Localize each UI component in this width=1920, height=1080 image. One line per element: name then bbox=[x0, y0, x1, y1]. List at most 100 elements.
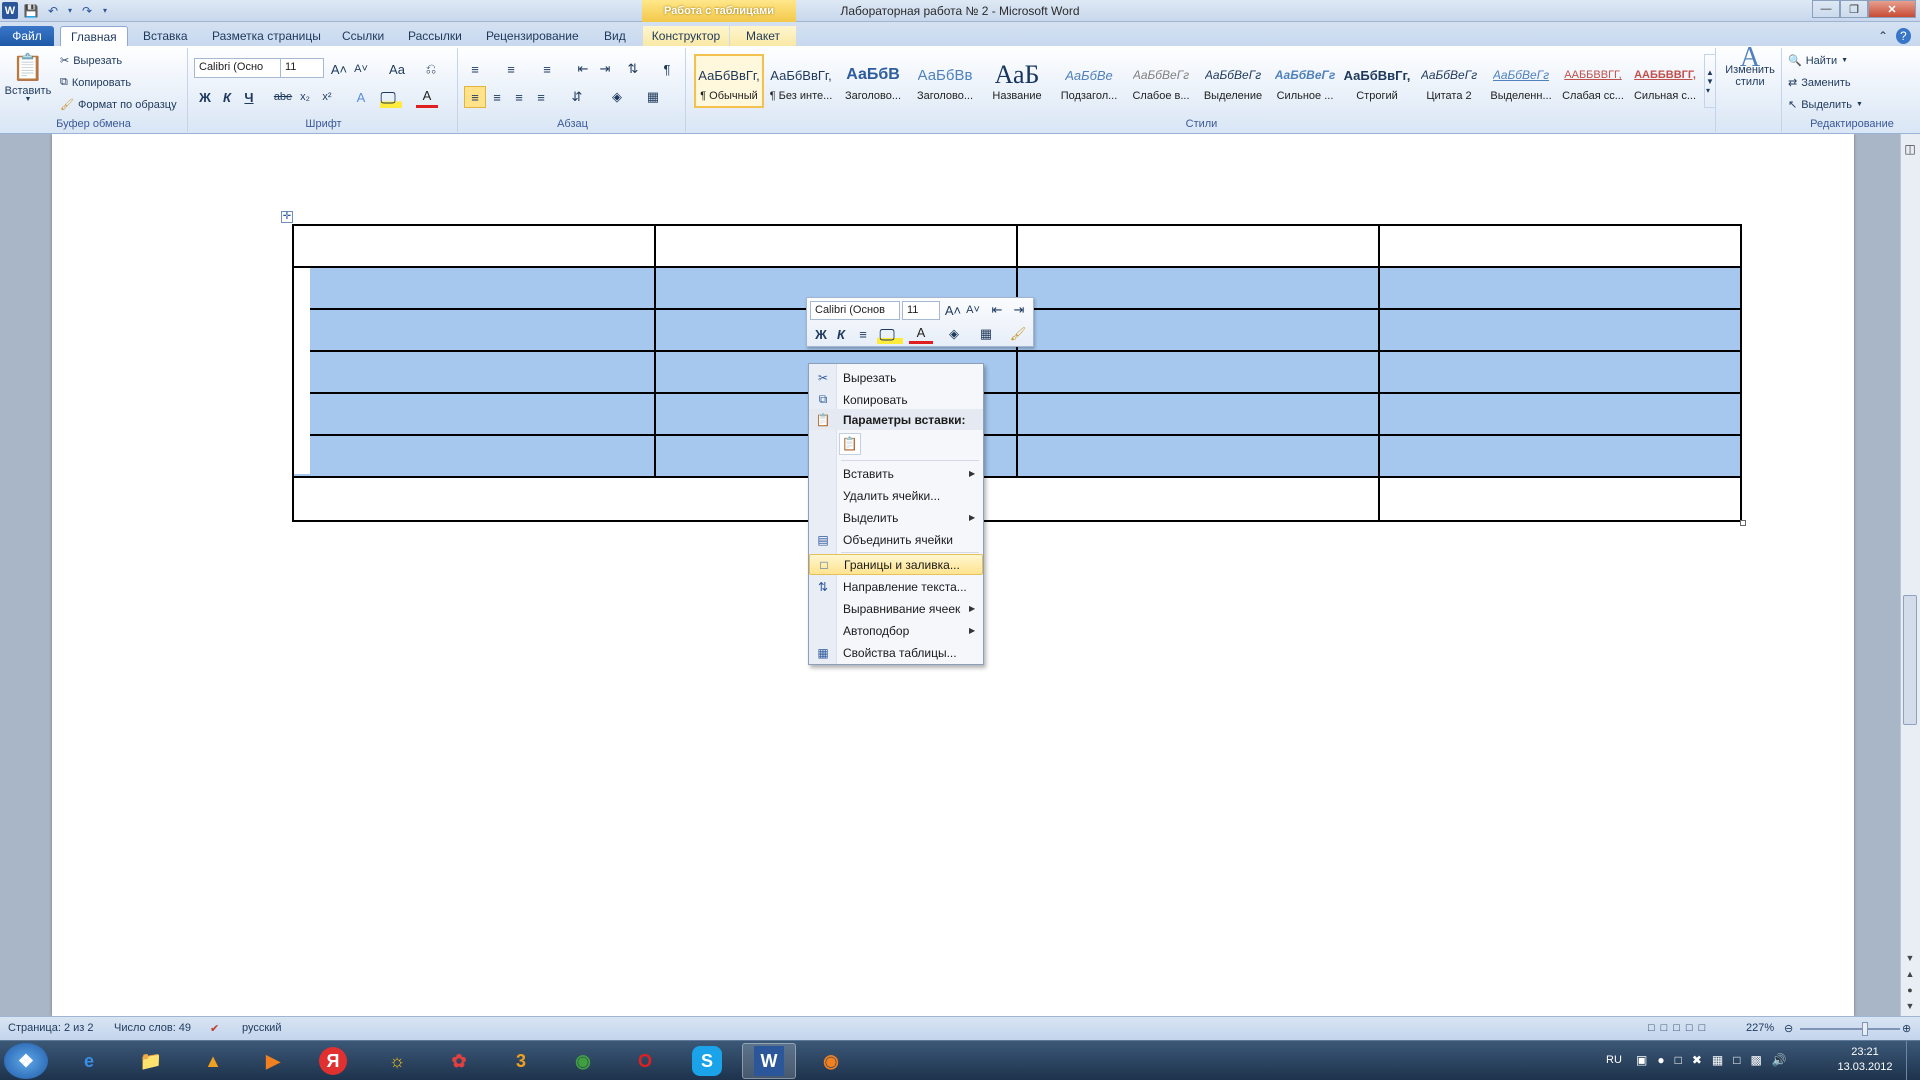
underline-button[interactable]: Ч bbox=[238, 86, 260, 108]
style-normal[interactable]: АаБбВвГг, ¶ Обычный bbox=[694, 54, 764, 108]
superscript-icon[interactable]: x² bbox=[316, 86, 338, 108]
table-resize-handle[interactable] bbox=[1740, 520, 1746, 526]
table-cell[interactable] bbox=[654, 224, 1018, 268]
yandex-icon[interactable]: Я bbox=[306, 1043, 360, 1079]
shrink-font-icon[interactable]: A˅ bbox=[963, 300, 983, 320]
table-cell[interactable] bbox=[1378, 224, 1742, 268]
eye-app-icon[interactable]: ◉ bbox=[804, 1043, 858, 1079]
bullets-icon[interactable]: ≡ bbox=[464, 58, 486, 80]
replace-button[interactable]: ⇄ Заменить bbox=[1788, 76, 1851, 90]
center-icon[interactable]: ≡ bbox=[853, 324, 873, 344]
menu-item-cut[interactable]: ✂ Вырезать bbox=[809, 367, 983, 388]
skype-icon[interactable]: S bbox=[680, 1043, 734, 1079]
style-subtle-reference[interactable]: ААББВВГГ, Слабая сс... bbox=[1558, 54, 1628, 108]
sun-app-icon[interactable]: ☼ bbox=[370, 1043, 424, 1079]
table-cell[interactable] bbox=[1016, 350, 1380, 394]
increase-indent-icon[interactable]: ⇥ bbox=[594, 58, 616, 80]
show-desktop-button[interactable] bbox=[1906, 1041, 1920, 1080]
mini-size-dropdown[interactable]: 11 bbox=[902, 301, 940, 320]
view-buttons-icon[interactable]: □□□□□ bbox=[1648, 1022, 1711, 1034]
format-painter-icon[interactable]: 🖌 bbox=[1007, 324, 1029, 344]
style-heading-2[interactable]: АаБбВв Заголово... bbox=[910, 54, 980, 108]
bold-button[interactable]: Ж bbox=[194, 86, 216, 108]
table-cell[interactable] bbox=[292, 308, 656, 352]
table-cell[interactable] bbox=[292, 266, 656, 310]
tab-insert[interactable]: Вставка bbox=[133, 26, 198, 46]
text-effects-icon[interactable]: A bbox=[350, 86, 372, 108]
copy-button[interactable]: ⧉ Копировать bbox=[60, 76, 131, 89]
menu-item-table-properties[interactable]: ▦ Свойства таблицы... bbox=[809, 642, 983, 663]
restore-button[interactable]: ❐ bbox=[1840, 0, 1868, 18]
increase-indent-icon[interactable]: ⇥ bbox=[1009, 300, 1029, 320]
decrease-indent-icon[interactable]: ⇤ bbox=[572, 58, 594, 80]
word-count[interactable]: Число слов: 49 bbox=[114, 1022, 191, 1034]
table-cell[interactable] bbox=[292, 392, 656, 436]
media-player-icon[interactable]: ▶ bbox=[246, 1043, 300, 1079]
close-button[interactable]: ✕ bbox=[1868, 0, 1916, 18]
shading-icon[interactable]: ◈ bbox=[941, 324, 967, 344]
table-cell[interactable] bbox=[292, 224, 656, 268]
aimp-icon[interactable]: ▲ bbox=[186, 1043, 240, 1079]
styles-scroll-icon[interactable]: ▲ ▼ ▾ bbox=[1704, 54, 1716, 108]
undo-icon[interactable]: ↶ bbox=[44, 2, 62, 19]
style-subtitle[interactable]: АаБбВе Подзагол... bbox=[1054, 54, 1124, 108]
tab-references[interactable]: Ссылки bbox=[332, 26, 394, 46]
font-color-icon[interactable]: A bbox=[416, 86, 438, 108]
cut-button[interactable]: ✂ Вырезать bbox=[60, 54, 122, 68]
change-styles-button[interactable]: A Изменить стили bbox=[1722, 44, 1778, 89]
style-intense-reference[interactable]: ААББВВГГ, Сильная с... bbox=[1630, 54, 1700, 108]
system-tray-icons[interactable]: ▣●□✖▦□▩🔊 bbox=[1636, 1053, 1797, 1067]
highlight-icon[interactable]: ⃢ bbox=[380, 86, 402, 108]
menu-item-autofit[interactable]: Автоподбор ▶ bbox=[809, 620, 983, 641]
font-color-icon[interactable]: A bbox=[909, 324, 933, 344]
paste-keep-formatting-icon[interactable]: 📋 bbox=[839, 433, 861, 455]
format-painter-button[interactable]: 🖌 Формат по образцу bbox=[60, 98, 177, 112]
style-title[interactable]: АаБ Название bbox=[982, 54, 1052, 108]
tab-view[interactable]: Вид bbox=[594, 26, 636, 46]
style-heading-1[interactable]: АаБбВ Заголово... bbox=[838, 54, 908, 108]
italic-button[interactable]: К bbox=[216, 86, 238, 108]
paste-button[interactable]: 📋 Вставить ▼ bbox=[4, 52, 52, 103]
zoom-in-icon[interactable]: ⊕ bbox=[1902, 1022, 1911, 1035]
chrome-icon[interactable]: ◉ bbox=[556, 1043, 610, 1079]
select-button[interactable]: ↖ Выделить ▼ bbox=[1788, 98, 1863, 112]
menu-item-select[interactable]: Выделить ▶ bbox=[809, 507, 983, 528]
zona-icon[interactable]: 3 bbox=[494, 1043, 548, 1079]
bold-button[interactable]: Ж bbox=[811, 324, 831, 344]
borders-icon[interactable]: ▦ bbox=[973, 324, 999, 344]
table-cell[interactable] bbox=[1016, 308, 1380, 352]
find-button[interactable]: 🔍 Найти ▼ bbox=[1788, 54, 1848, 68]
highlight-icon[interactable]: ⃢ bbox=[877, 324, 903, 344]
redo-icon[interactable]: ↷ bbox=[78, 2, 96, 19]
style-intense-quote[interactable]: АаБбВеГг Выделенн... bbox=[1486, 54, 1556, 108]
tab-mailings[interactable]: Рассылки bbox=[398, 26, 472, 46]
strikethrough-button[interactable]: abe bbox=[272, 86, 294, 108]
language-indicator[interactable]: русский bbox=[242, 1022, 281, 1034]
grow-font-icon[interactable]: A˄ bbox=[943, 300, 963, 320]
table-cell[interactable] bbox=[1378, 434, 1742, 478]
opera-icon[interactable]: O bbox=[618, 1043, 672, 1079]
align-right-icon[interactable]: ≡ bbox=[508, 86, 530, 108]
subscript-icon[interactable]: x₂ bbox=[294, 86, 316, 108]
game-app-icon[interactable]: ✿ bbox=[432, 1043, 486, 1079]
borders-icon[interactable]: ▦ bbox=[642, 86, 664, 108]
tab-page-layout[interactable]: Разметка страницы bbox=[202, 26, 331, 46]
table-cell[interactable] bbox=[1378, 350, 1742, 394]
table-cell[interactable] bbox=[1378, 266, 1742, 310]
menu-item-insert[interactable]: Вставить ▶ bbox=[809, 463, 983, 484]
table-cell[interactable] bbox=[1016, 434, 1380, 478]
style-subtle-emphasis[interactable]: АаБбВеГг Слабое в... bbox=[1126, 54, 1196, 108]
table-cell[interactable] bbox=[1378, 308, 1742, 352]
shrink-font-icon[interactable]: A˅ bbox=[350, 58, 372, 80]
proofing-icon[interactable]: ✔ bbox=[210, 1022, 219, 1035]
page-count[interactable]: Страница: 2 из 2 bbox=[8, 1022, 94, 1034]
table-cell[interactable] bbox=[1016, 224, 1380, 268]
grow-font-icon[interactable]: A˄ bbox=[328, 58, 350, 80]
style-strong[interactable]: АаБбВвГг, Строгий bbox=[1342, 54, 1412, 108]
table-cell[interactable] bbox=[1016, 266, 1380, 310]
mini-font-dropdown[interactable]: Calibri (Основ bbox=[810, 301, 900, 320]
tab-file[interactable]: Файл bbox=[0, 26, 54, 46]
numbering-icon[interactable]: ≡ bbox=[500, 58, 522, 80]
table-cell[interactable] bbox=[1378, 392, 1742, 436]
italic-button[interactable]: К bbox=[831, 324, 851, 344]
